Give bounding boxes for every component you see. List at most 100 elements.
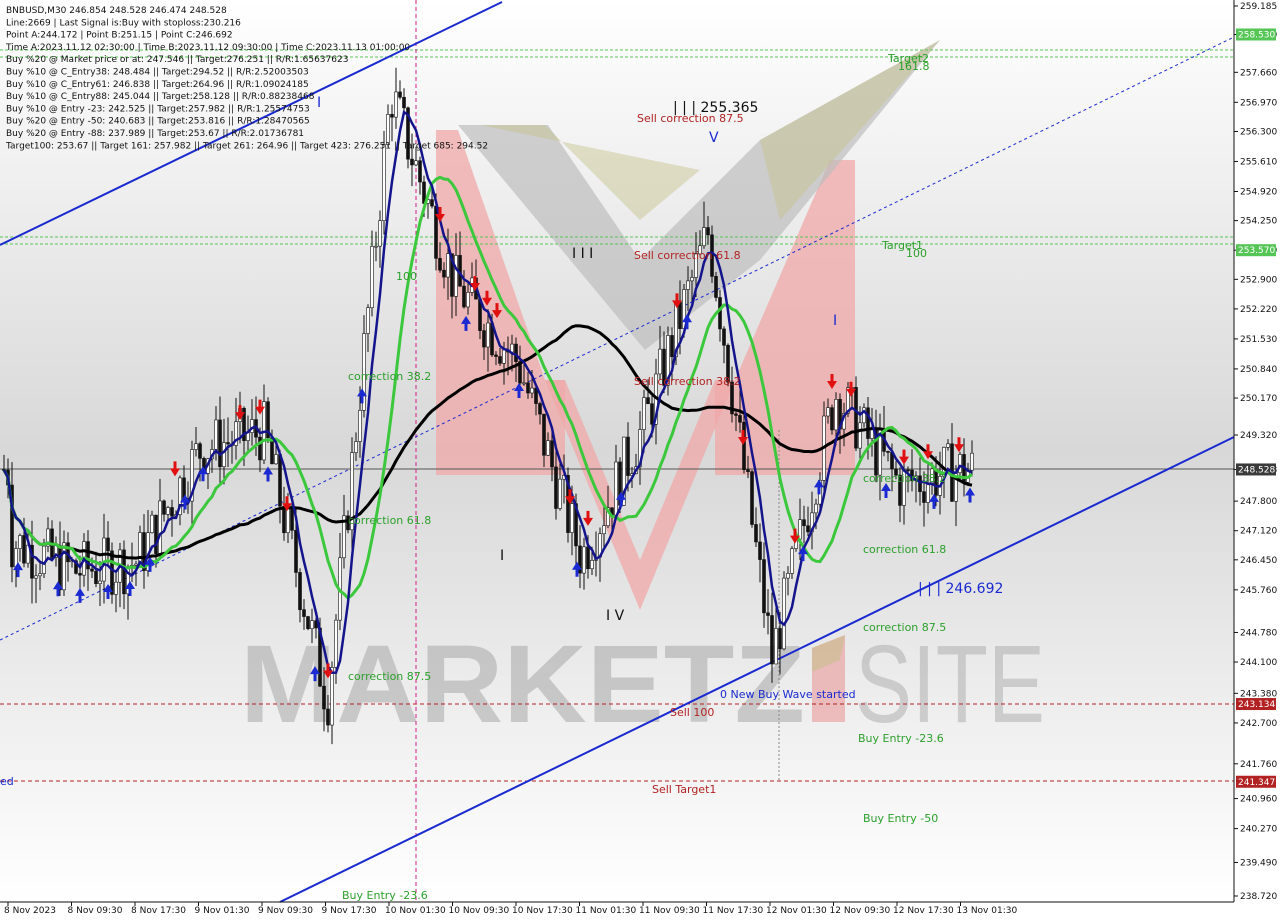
buy-entry-236-left: Buy Entry -23.6 <box>342 889 428 902</box>
candle-body <box>546 440 550 456</box>
candle-body <box>614 461 618 516</box>
candle-body <box>194 443 198 450</box>
candle-body <box>290 508 294 531</box>
candle-body <box>554 466 558 509</box>
candle-body <box>90 568 94 572</box>
time-tick-label: 8 Nov 17:30 <box>131 906 186 916</box>
candle-body <box>434 205 438 259</box>
wave-i-label-b: I <box>833 313 837 329</box>
candle-body <box>814 503 818 514</box>
sell-target1-label: Sell Target1 <box>652 783 716 796</box>
candle-body <box>322 685 326 710</box>
price-tick-label: 240.960 <box>1240 795 1277 805</box>
candle-body <box>758 541 762 560</box>
candle-body <box>670 335 674 358</box>
candle-body <box>590 559 594 570</box>
candle-body <box>446 253 450 278</box>
correction-618-left: correction 61.8 <box>348 514 431 527</box>
candle-body <box>138 532 142 565</box>
candle-body <box>298 572 302 610</box>
candle-body <box>538 403 542 415</box>
left-100-label: 100 <box>396 270 417 283</box>
candle-body <box>150 514 154 533</box>
price-tick-label: 252.220 <box>1240 305 1277 315</box>
info-line: Buy %10 @ C_Entry38: 248.484 || Target:2… <box>6 68 309 78</box>
candle-body <box>410 158 414 166</box>
time-tick-label: 9 Nov 17:30 <box>322 906 377 916</box>
candle-body <box>722 328 726 346</box>
info-line: Buy %10 @ C_Entry88: 245.044 || Target:2… <box>6 92 315 102</box>
candle-body <box>970 452 974 471</box>
candle-body <box>366 307 370 334</box>
candle-body <box>754 524 758 543</box>
price-tick-label: 244.100 <box>1240 658 1277 668</box>
candle-body <box>78 573 82 576</box>
info-line: Buy %20 @ Market price or at: 247.546 ||… <box>6 55 348 65</box>
price-marker-label: 241.347 <box>1238 778 1275 788</box>
candle-body <box>922 491 926 503</box>
wave-i-label-c: I <box>500 548 504 564</box>
candle-body <box>498 356 502 364</box>
time-tick-label: 8 Nov 09:30 <box>68 906 123 916</box>
candle-body <box>430 199 434 207</box>
price-chart[interactable]: MARKETZ SITE Target2 161.8 Target1 100 |… <box>0 0 1280 920</box>
price-tick-label: 244.780 <box>1240 628 1277 638</box>
candle-body <box>678 301 682 329</box>
candle-body <box>106 537 110 552</box>
candle-body <box>502 349 506 364</box>
new-buy-wave-label: 0 New Buy Wave started <box>720 688 856 701</box>
price-tick-label: 247.800 <box>1240 497 1277 507</box>
candle-body <box>34 575 38 579</box>
candle-body <box>462 285 466 308</box>
candle-body <box>466 292 470 308</box>
candle-body <box>18 535 22 549</box>
candle-body <box>330 667 334 726</box>
candle-body <box>690 277 694 282</box>
price-tick-label: 247.120 <box>1240 527 1277 537</box>
candle-body <box>770 615 774 665</box>
candle-body <box>222 442 226 468</box>
correction-875-right: correction 87.5 <box>863 621 946 634</box>
time-tick-label: 10 Nov 01:30 <box>385 906 446 916</box>
candle-body <box>854 387 858 449</box>
candle-body <box>570 503 574 533</box>
candle-body <box>926 482 930 503</box>
price-tick-label: 250.170 <box>1240 394 1277 404</box>
candle-body <box>370 246 374 308</box>
candle-body <box>646 397 650 405</box>
time-tick-label: 11 Nov 17:30 <box>703 906 764 916</box>
candle-body <box>394 91 398 118</box>
price-tick-label: 255.610 <box>1240 157 1277 167</box>
candle-body <box>650 403 654 425</box>
info-line: Buy %10 @ Entry -23: 242.525 || Target:2… <box>6 104 310 114</box>
candle-body <box>286 508 290 534</box>
candle-body <box>94 570 98 584</box>
candle-body <box>390 114 394 118</box>
candle-body <box>62 542 66 591</box>
candle-body <box>170 507 174 517</box>
candle-body <box>550 440 554 468</box>
info-line: BNBUSD,M30 246.854 248.528 246.474 248.5… <box>6 6 227 16</box>
price-tick-label: 245.760 <box>1240 586 1277 596</box>
candle-body <box>830 407 834 431</box>
price-tick-label: 246.450 <box>1240 556 1277 566</box>
sell-correction-618: Sell correction 61.8 <box>634 249 741 262</box>
candle-body <box>866 407 870 439</box>
candle-body <box>354 441 358 453</box>
wave-i-label-a: I <box>317 95 321 111</box>
candle-body <box>522 382 526 385</box>
candle-body <box>774 628 778 665</box>
candle-body <box>802 519 806 527</box>
candle-body <box>514 343 518 362</box>
price-tick-label: 241.760 <box>1240 760 1277 770</box>
candle-body <box>906 469 910 472</box>
candle-body <box>746 469 750 472</box>
candle-body <box>386 114 390 145</box>
candle-body <box>274 454 278 465</box>
watermark-text-left: MARKETZ <box>240 623 805 746</box>
candle-body <box>114 581 118 595</box>
candle-body <box>306 616 310 629</box>
target-100-label: 100 <box>906 247 927 260</box>
price-tick-label: 251.530 <box>1240 335 1277 345</box>
price-tick-label: 238.720 <box>1240 892 1277 902</box>
